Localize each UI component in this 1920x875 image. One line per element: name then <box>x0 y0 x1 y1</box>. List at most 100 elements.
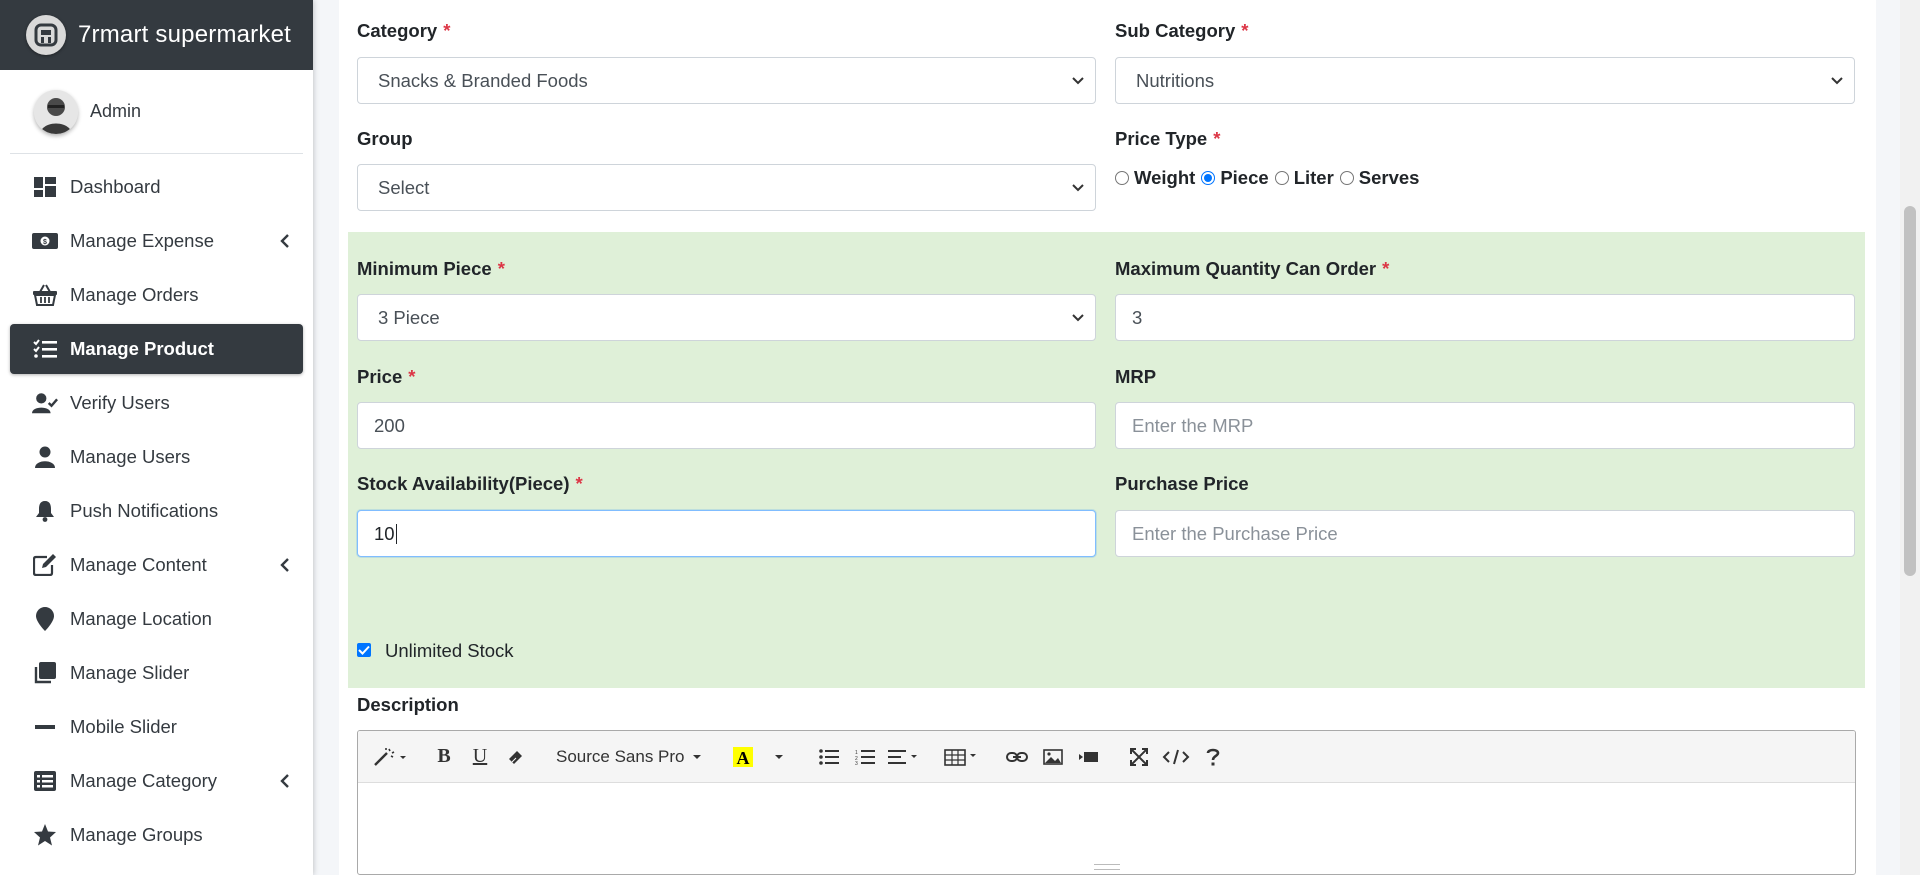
sidebar-item-dashboard[interactable]: Dashboard <box>10 162 303 212</box>
ordered-list-icon[interactable]: 123 <box>847 739 883 775</box>
group-label: Group <box>357 128 413 149</box>
code-view-icon[interactable] <box>1157 739 1195 775</box>
slider-icon <box>32 661 58 685</box>
purchase-price-input[interactable]: Enter the Purchase Price <box>1115 510 1855 557</box>
editor-toolbar: B U Source Sans Pro A 123 <box>358 731 1855 783</box>
page-scrollbar[interactable] <box>1900 0 1920 875</box>
sidebar-item-push-notifications[interactable]: Push Notifications <box>10 486 303 536</box>
max-quantity-label: Maximum Quantity Can Order * <box>1115 258 1390 279</box>
price-input[interactable]: 200 <box>357 402 1096 449</box>
description-label: Description <box>357 694 459 715</box>
font-family-dropdown[interactable]: Source Sans Pro <box>548 739 711 775</box>
avatar <box>34 89 78 134</box>
category-select[interactable]: Snacks & Branded Foods <box>357 57 1096 104</box>
fullscreen-icon[interactable] <box>1121 739 1157 775</box>
chevron-left-icon <box>277 557 293 573</box>
sidebar-item-manage-slider[interactable]: Manage Slider <box>10 648 303 698</box>
tasks-icon <box>32 337 58 361</box>
highlight-color-icon[interactable]: A <box>725 739 761 775</box>
sidebar-item-label: Manage Users <box>70 446 191 467</box>
chevron-down-icon <box>1071 181 1085 195</box>
edit-icon <box>32 553 58 577</box>
chevron-down-icon <box>1830 74 1844 88</box>
eraser-icon[interactable] <box>498 739 534 775</box>
price-type-piece-radio[interactable] <box>1201 171 1216 185</box>
sidebar-item-label: Manage Expense <box>70 230 214 251</box>
editor-resize-handle[interactable] <box>1093 864 1120 870</box>
link-icon[interactable] <box>999 739 1035 775</box>
sidebar-item-label: Manage Groups <box>70 824 203 845</box>
bold-icon[interactable]: B <box>426 739 462 775</box>
help-icon[interactable] <box>1195 739 1231 775</box>
chevron-left-icon <box>277 773 293 789</box>
price-type-label: Price Type * <box>1115 128 1221 149</box>
price-label: Price * <box>357 366 416 387</box>
radio-label: Weight <box>1134 167 1196 188</box>
dashboard-icon <box>32 175 58 199</box>
user-panel[interactable]: Admin <box>10 70 303 154</box>
star-icon <box>32 823 58 847</box>
radio-label: Piece <box>1220 167 1269 188</box>
unlimited-stock-checkbox[interactable] <box>357 643 371 657</box>
max-quantity-input[interactable]: 3 <box>1115 294 1855 341</box>
svg-text:A: A <box>736 748 749 768</box>
sidebar-item-label: Push Notifications <box>70 500 219 521</box>
brand-link[interactable]: 7rmart supermarket <box>0 0 313 70</box>
mrp-input[interactable]: Enter the MRP <box>1115 402 1855 449</box>
sidebar-item-label: Manage Content <box>70 554 207 575</box>
chevron-down-icon <box>1071 74 1085 88</box>
magic-style-icon[interactable] <box>368 739 412 775</box>
user-name: Admin <box>90 101 142 121</box>
sidebar-item-manage-content[interactable]: Manage Content <box>10 540 303 590</box>
table-icon[interactable] <box>939 739 985 775</box>
svg-text:3: 3 <box>855 761 858 765</box>
price-type-serves-radio[interactable] <box>1339 171 1354 185</box>
list-icon <box>32 769 58 793</box>
minimum-piece-select[interactable]: 3 Piece <box>357 294 1096 341</box>
sidebar-item-label: Manage Slider <box>70 662 190 683</box>
image-icon[interactable] <box>1035 739 1071 775</box>
sidebar-item-manage-product[interactable]: Manage Product <box>10 324 303 374</box>
radio-label: Liter <box>1293 167 1334 188</box>
sidebar-item-label: Manage Orders <box>70 284 199 305</box>
unlimited-stock-label: Unlimited Stock <box>385 640 514 661</box>
category-label: Category * <box>357 20 451 41</box>
price-type-liter-radio[interactable] <box>1274 171 1289 185</box>
video-icon[interactable] <box>1071 739 1107 775</box>
mrp-label: MRP <box>1115 366 1157 387</box>
description-editor: B U Source Sans Pro A 123 <box>357 730 1856 875</box>
map-marker-icon <box>32 607 58 631</box>
bell-icon <box>32 499 58 523</box>
basket-icon <box>32 283 58 307</box>
sidebar-item-label: Manage Category <box>70 770 218 791</box>
sidebar-item-label: Verify Users <box>70 392 170 413</box>
sidebar: 7rmart supermarket Admin Dashboard $ Man… <box>0 0 313 875</box>
stock-input[interactable]: 10 <box>357 510 1096 557</box>
stock-label: Stock Availability(Piece) * <box>357 473 583 494</box>
group-select[interactable]: Select <box>357 164 1096 211</box>
sidebar-item-manage-location[interactable]: Manage Location <box>10 594 303 644</box>
scroll-thumb[interactable] <box>1904 206 1916 576</box>
sidebar-item-manage-groups[interactable]: Manage Groups <box>10 810 303 860</box>
sidebar-item-manage-expense[interactable]: $ Manage Expense <box>10 216 303 266</box>
money-icon: $ <box>32 229 58 253</box>
sidebar-item-manage-users[interactable]: Manage Users <box>10 432 303 482</box>
underline-icon[interactable]: U <box>462 739 498 775</box>
paragraph-align-icon[interactable] <box>883 739 925 775</box>
sidebar-item-manage-category[interactable]: Manage Category <box>10 756 303 806</box>
sidebar-item-mobile-slider[interactable]: Mobile Slider <box>10 702 303 752</box>
user-icon <box>32 445 58 469</box>
price-type-radio-group: Weight Piece Liter Serves <box>1115 167 1425 189</box>
unordered-list-icon[interactable] <box>811 739 847 775</box>
sub-category-select[interactable]: Nutritions <box>1115 57 1855 104</box>
chevron-left-icon <box>277 233 293 249</box>
chevron-down-icon <box>1071 311 1085 325</box>
brand-name: 7rmart supermarket <box>78 21 291 48</box>
sidebar-item-manage-orders[interactable]: Manage Orders <box>10 270 303 320</box>
editor-content-area[interactable] <box>358 783 1855 873</box>
sidebar-item-label: Dashboard <box>70 176 161 197</box>
color-dropdown-icon[interactable] <box>761 739 797 775</box>
price-type-weight-radio[interactable] <box>1115 171 1129 185</box>
sub-category-label: Sub Category * <box>1115 20 1249 41</box>
sidebar-item-verify-users[interactable]: Verify Users <box>10 378 303 428</box>
